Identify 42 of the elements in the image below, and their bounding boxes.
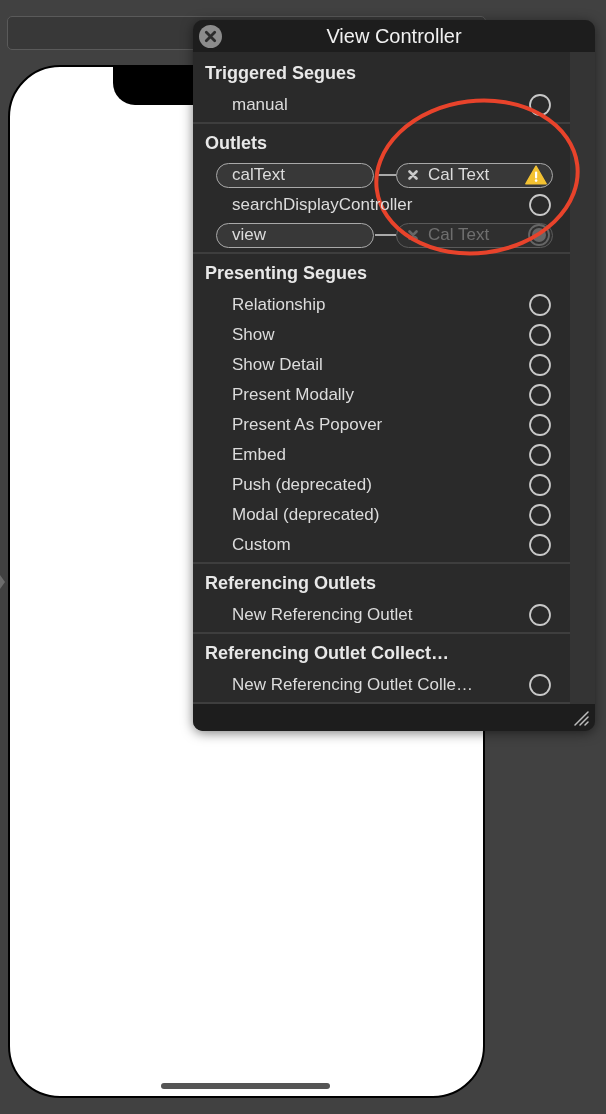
connection-circle-icon[interactable] <box>529 194 551 216</box>
connection-circle-icon[interactable] <box>529 504 551 526</box>
section-title: Referencing Outlets <box>204 572 378 595</box>
connection-circle-icon[interactable] <box>529 604 551 626</box>
close-button[interactable] <box>199 25 222 48</box>
outlet-pill[interactable]: calText <box>216 162 374 188</box>
section-title: Presenting Segues <box>204 262 369 285</box>
connector-line <box>374 234 396 236</box>
section-title: Referencing Outlet Collect… <box>204 642 451 665</box>
target-pill[interactable]: Cal Text <box>396 162 553 188</box>
connection-circle-icon[interactable] <box>529 674 551 696</box>
connection-circle-icon[interactable] <box>529 534 551 556</box>
connection-label: Show Detail <box>232 354 323 376</box>
connection-label: Present Modally <box>232 384 354 406</box>
connection-label: manual <box>232 94 288 116</box>
section-title: Triggered Segues <box>204 62 358 85</box>
connection-label: Relationship <box>232 294 326 316</box>
connection-label: Custom <box>232 534 291 556</box>
panel-title: View Controller <box>326 24 462 48</box>
section-title: Outlets <box>204 132 268 155</box>
outlet-pill[interactable]: view <box>216 222 374 248</box>
connection-label: Embed <box>232 444 286 466</box>
remove-icon[interactable] <box>408 170 418 180</box>
connection-circle-icon[interactable] <box>529 444 551 466</box>
connection-circle-icon[interactable] <box>529 474 551 496</box>
close-icon <box>199 25 222 48</box>
connection-label: New Referencing Outlet <box>232 604 413 626</box>
scrollbar-track[interactable] <box>570 52 595 704</box>
connection-circle-icon[interactable] <box>529 324 551 346</box>
connection-label: Present As Popover <box>232 414 383 436</box>
entry-arrow-icon <box>0 575 5 589</box>
connection-circle-icon[interactable] <box>529 414 551 436</box>
resize-grip-icon[interactable] <box>573 710 589 726</box>
connection-circle-icon[interactable] <box>529 94 551 116</box>
connection-label: New Referencing Outlet Colle… <box>232 674 473 696</box>
connection-label: Modal (deprecated) <box>232 504 380 526</box>
connection-circle-icon[interactable] <box>529 354 551 376</box>
connected-dot-icon[interactable] <box>528 224 550 246</box>
connection-label: Push (deprecated) <box>232 474 372 496</box>
connection-circle-icon[interactable] <box>529 384 551 406</box>
connection-label: Show <box>232 324 275 346</box>
connection-circle-icon[interactable] <box>529 294 551 316</box>
